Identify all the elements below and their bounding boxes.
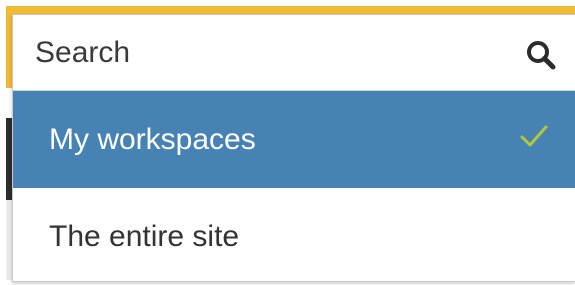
search-scope-widget: My workspaces The entire site: [0, 0, 575, 285]
scope-options-list: My workspaces The entire site: [13, 91, 575, 281]
scope-option-my-workspaces[interactable]: My workspaces: [13, 91, 575, 188]
search-input[interactable]: [13, 15, 505, 90]
search-dropdown-panel: My workspaces The entire site: [12, 14, 575, 282]
checkmark-icon: [519, 123, 549, 157]
focus-accent-bar: [6, 6, 575, 14]
search-button[interactable]: [521, 35, 561, 75]
scope-option-label: The entire site: [49, 219, 240, 253]
scope-option-label: My workspaces: [49, 122, 256, 156]
search-icon: [526, 40, 556, 70]
scope-option-entire-site[interactable]: The entire site: [13, 188, 575, 281]
search-bar: [13, 15, 575, 91]
